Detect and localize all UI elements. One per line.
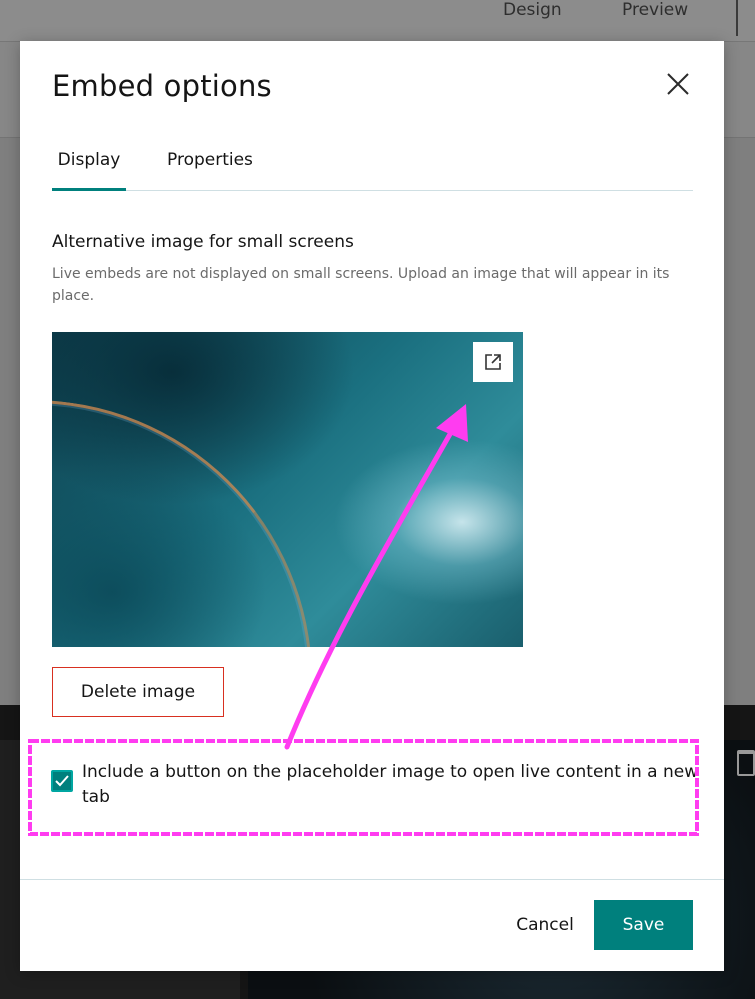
embed-options-dialog: Embed options Display Properties Alterna… xyxy=(20,41,724,971)
dialog-title: Embed options xyxy=(52,69,272,103)
background-topbar: Design Preview xyxy=(0,0,755,42)
dialog-tabs: Display Properties xyxy=(52,137,693,191)
close-icon-glyph xyxy=(667,73,689,95)
background-trash-icon xyxy=(737,750,755,776)
checkmark-icon xyxy=(55,775,69,787)
tab-properties[interactable]: Properties xyxy=(167,137,253,191)
open-live-content-checkbox[interactable] xyxy=(51,770,73,792)
open-in-new-tab-button[interactable] xyxy=(473,342,513,382)
section-description: Live embeds are not displayed on small s… xyxy=(52,266,670,304)
image-rainbow-detail xyxy=(52,363,349,647)
delete-image-button[interactable]: Delete image xyxy=(52,667,224,717)
placeholder-image-preview xyxy=(52,332,523,647)
close-icon[interactable] xyxy=(665,71,691,97)
tab-display[interactable]: Display xyxy=(52,137,126,191)
background-tab-preview: Preview xyxy=(622,0,689,20)
background-divider xyxy=(736,0,738,36)
checkbox-label[interactable]: Include a button on the placeholder imag… xyxy=(82,760,702,810)
background-tab-design: Design xyxy=(503,0,562,20)
open-in-new-tab-icon xyxy=(485,354,501,370)
cancel-button[interactable]: Cancel xyxy=(490,900,600,950)
section-heading: Alternative image for small screens xyxy=(52,232,354,252)
footer-divider xyxy=(20,879,724,880)
save-button[interactable]: Save xyxy=(594,900,693,950)
